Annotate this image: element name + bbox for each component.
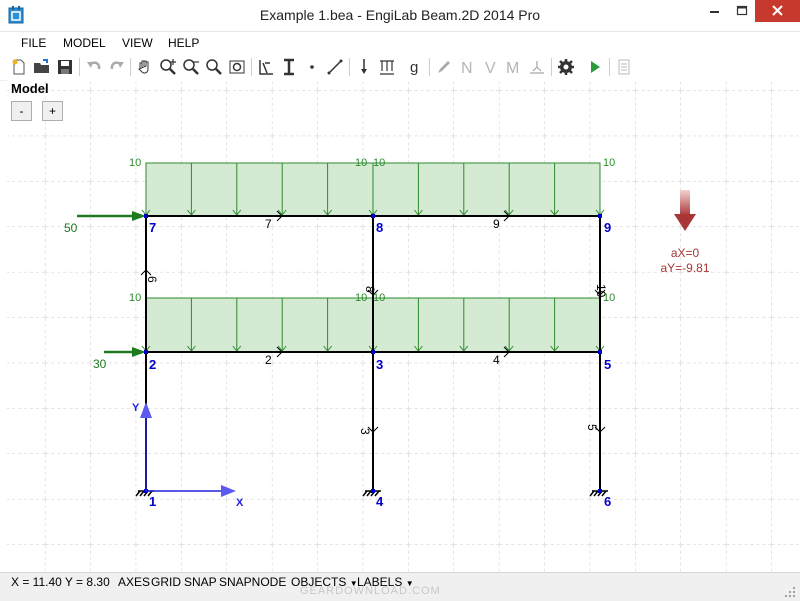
report-icon[interactable] (614, 57, 634, 77)
svg-text:10: 10 (129, 157, 141, 169)
point-load-node-7-value: 50 (64, 221, 78, 235)
svg-text:7: 7 (149, 220, 156, 235)
svg-text:4: 4 (493, 353, 500, 367)
svg-text:6: 6 (145, 276, 159, 283)
resize-grip-icon[interactable] (783, 585, 797, 599)
svg-text:4: 4 (376, 494, 384, 509)
svg-text:10: 10 (373, 157, 385, 169)
settings-gear-icon[interactable] (556, 57, 576, 77)
beam-profile-icon[interactable] (279, 57, 299, 77)
toolbar-separator (130, 58, 131, 76)
zoom-extents-icon[interactable] (227, 57, 247, 77)
svg-text:10: 10 (355, 157, 367, 169)
zoom-in-icon[interactable] (158, 57, 178, 77)
svg-text:10: 10 (129, 292, 141, 304)
svg-text:N: N (461, 60, 473, 77)
y-axis-label: Y (132, 402, 140, 414)
undo-icon[interactable] (84, 57, 104, 77)
svg-text:10: 10 (594, 284, 608, 298)
normal-force-icon[interactable]: N (458, 57, 478, 77)
cursor-coordinates: X = 11.40 Y = 8.30 (11, 575, 110, 589)
maximize-icon[interactable] (729, 0, 755, 22)
menu-bar: FILE MODEL VIEW HELP (0, 32, 800, 54)
x-axis-label: X (236, 497, 244, 509)
snapnode-toggle[interactable]: SNAPNODE (219, 575, 286, 589)
svg-text:8: 8 (376, 220, 383, 235)
toolbar-separator (609, 58, 610, 76)
zoom-out-button[interactable]: - (11, 101, 32, 121)
svg-text:6: 6 (604, 494, 611, 509)
svg-text:7: 7 (265, 217, 272, 231)
toolbar-separator (551, 58, 552, 76)
open-folder-icon[interactable] (32, 57, 52, 77)
svg-text:9: 9 (493, 217, 500, 231)
svg-text:10: 10 (603, 157, 615, 169)
svg-text:3: 3 (376, 357, 383, 372)
svg-text:2: 2 (149, 357, 156, 372)
svg-text:M: M (506, 60, 519, 77)
close-icon[interactable] (755, 0, 800, 22)
section-properties-icon[interactable] (256, 57, 276, 77)
toolbar-separator (429, 58, 430, 76)
svg-text:10: 10 (355, 292, 367, 304)
title-bar: Example 1.bea - EngiLab Beam.2D 2014 Pro (0, 0, 800, 32)
grid-toggle[interactable]: GRID (151, 575, 181, 589)
svg-text:g: g (410, 59, 418, 76)
svg-text:5: 5 (585, 424, 599, 431)
redo-icon[interactable] (107, 57, 127, 77)
point-load-node-2-value: 30 (93, 357, 107, 371)
model-panel-title: Model (11, 81, 49, 96)
minimize-icon[interactable] (700, 0, 729, 22)
axes-toggle[interactable]: AXES (118, 575, 150, 589)
svg-text:3: 3 (358, 428, 372, 435)
gravity-icon[interactable]: g (405, 57, 425, 77)
save-icon[interactable] (55, 57, 75, 77)
shear-force-icon[interactable]: V (481, 57, 501, 77)
toolbar-separator (349, 58, 350, 76)
point-load-icon[interactable] (354, 57, 374, 77)
svg-text:2: 2 (265, 353, 272, 367)
snap-toggle[interactable]: SNAP (184, 575, 217, 589)
svg-text:8: 8 (363, 286, 377, 293)
run-play-icon[interactable] (585, 57, 605, 77)
node-icon[interactable] (302, 57, 322, 77)
distributed-load-icon[interactable] (377, 57, 397, 77)
toolbar-separator (79, 58, 80, 76)
menu-file[interactable]: FILE (21, 36, 46, 50)
window-title: Example 1.bea - EngiLab Beam.2D 2014 Pro (259, 7, 541, 23)
menu-view[interactable]: VIEW (122, 36, 153, 50)
toolbar: g N V M (0, 54, 800, 81)
svg-text:1: 1 (149, 494, 156, 509)
menu-help[interactable]: HELP (168, 36, 199, 50)
gravity-ax-label: aX=0 (671, 246, 700, 260)
moment-icon[interactable]: M (504, 57, 524, 77)
zoom-window-icon[interactable] (204, 57, 224, 77)
toolbar-separator (251, 58, 252, 76)
gravity-ay-label: aY=-9.81 (660, 261, 709, 275)
svg-text:V: V (485, 60, 496, 77)
pan-hand-icon[interactable] (135, 57, 155, 77)
watermark: GEARDOWNLOAD.COM (300, 585, 441, 597)
menu-model[interactable]: MODEL (63, 36, 106, 50)
svg-text:9: 9 (604, 220, 611, 235)
model-canvas[interactable]: 50 30 10 10 10 10 10 10 10 10 2 4 3 5 7 … (7, 80, 800, 572)
edit-pencil-icon[interactable] (434, 57, 454, 77)
zoom-out-icon[interactable] (181, 57, 201, 77)
svg-text:10: 10 (373, 292, 385, 304)
element-line-icon[interactable] (325, 57, 345, 77)
support-icon[interactable] (527, 57, 547, 77)
svg-text:5: 5 (604, 357, 611, 372)
new-file-icon[interactable] (9, 57, 29, 77)
zoom-in-button[interactable]: + (42, 101, 63, 121)
